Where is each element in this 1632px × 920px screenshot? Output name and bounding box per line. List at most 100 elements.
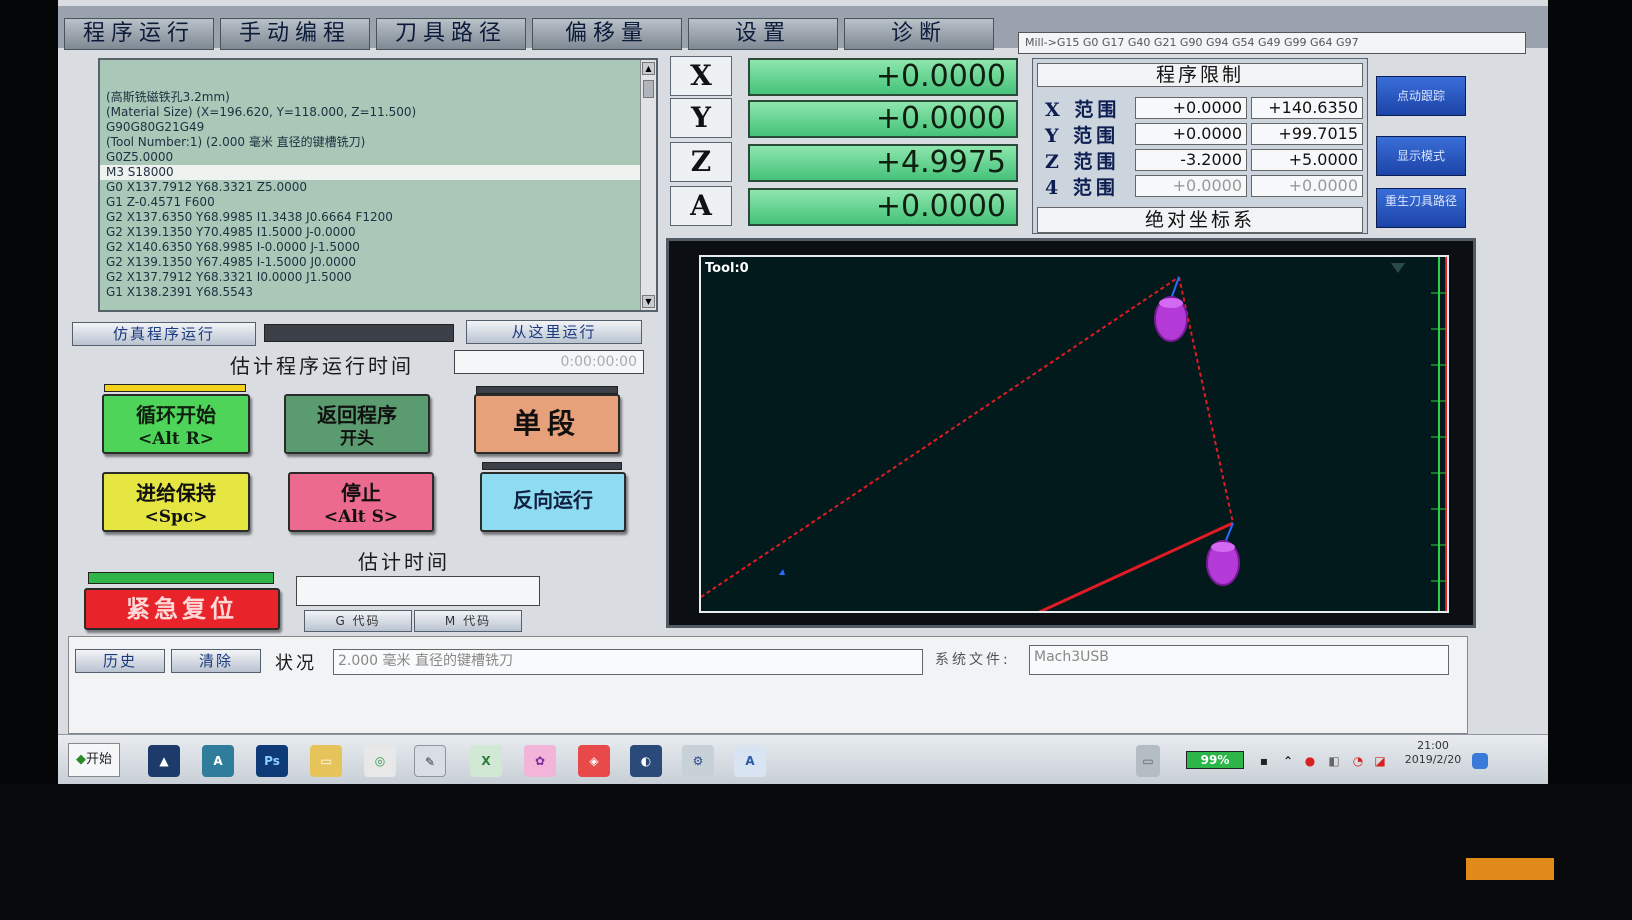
gcode-line[interactable]: G90G80G21G49 — [100, 120, 656, 135]
est-run-time-field: 0:00:00:00 — [454, 350, 644, 374]
x-range-label: X 范围 — [1045, 99, 1121, 121]
bezel-accent — [1466, 858, 1554, 880]
cycle-start-key: <Alt R> — [137, 429, 215, 449]
dro-y[interactable]: +0.0000 — [748, 100, 1018, 138]
gcode-modal-line: Mill->G15 G0 G17 G40 G21 G90 G94 G54 G49… — [1018, 32, 1526, 54]
a-range-min: +0.0000 — [1135, 175, 1247, 197]
mach3-icon[interactable]: ✎ — [414, 745, 446, 777]
gcode-line[interactable]: (Tool Number:1) (2.000 毫米 直径的键槽铣刀) — [100, 135, 656, 150]
laptop-bezel — [0, 784, 1632, 920]
rewind-button[interactable]: 返回程序 开头 — [284, 394, 430, 454]
gcode-line[interactable]: M3 S18000 — [100, 165, 656, 180]
gcode-line[interactable]: G1 Z-0.4571 F600 — [100, 195, 656, 210]
folder-icon[interactable]: ▭ — [310, 745, 342, 777]
feed-hold-key: <Spc> — [144, 507, 208, 527]
feed-hold-button[interactable]: 进给保持 <Spc> — [102, 472, 250, 532]
gcode-line[interactable]: G1 X138.2391 Y68.5543 — [100, 285, 656, 300]
gcode-line[interactable]: G2 X140.6350 Y68.9985 I-0.0000 J-1.5000 — [100, 240, 656, 255]
artcam-icon[interactable]: A — [734, 745, 766, 777]
gcode-line[interactable]: G2 X137.7912 Y68.3321 I0.0000 J1.5000 — [100, 270, 656, 285]
regen-toolpath-button[interactable]: 重生刀具路径 — [1376, 188, 1466, 228]
show-desktop-icon[interactable] — [1472, 753, 1488, 769]
power-plug-icon[interactable]: ▪ — [1254, 745, 1274, 777]
display-mode-button[interactable]: 显示模式 — [1376, 136, 1466, 176]
status-field: 2.000 毫米 直径的键槽铣刀 — [333, 649, 923, 675]
a-range-label: 4 范围 — [1045, 177, 1119, 199]
single-block-button[interactable]: 单段 — [474, 394, 620, 454]
tab-program-run[interactable]: 程序运行 — [64, 18, 214, 50]
stop-label: 停止 — [341, 481, 381, 505]
gcode-line[interactable]: G0 X137.7912 Y68.3321 Z5.0000 — [100, 180, 656, 195]
single-block-label: 单段 — [512, 407, 581, 440]
z-range-label: Z 范围 — [1045, 151, 1120, 173]
tool-app-icon[interactable]: ⚙ — [682, 745, 714, 777]
stop-button[interactable]: 停止 <Alt S> — [288, 472, 434, 532]
tab-bar: 程序运行 手动编程 刀具路径 偏移量 设置 诊断 Mill->G15 G0 G1… — [58, 6, 1548, 54]
system-file-field: Mach3USB — [1029, 645, 1449, 675]
y-range-max: +99.7015 — [1251, 123, 1363, 145]
gcode-line[interactable]: G2 X139.1350 Y70.4985 I1.5000 J-0.0000 — [100, 225, 656, 240]
axis-z-label: Z — [670, 142, 732, 182]
jog-follow-button[interactable]: 点动跟踪 — [1376, 76, 1466, 116]
tab-toolpath[interactable]: 刀具路径 — [376, 18, 526, 50]
origin-marker-icon — [779, 569, 785, 575]
clock[interactable]: 21:00 2019/2/20 — [1398, 739, 1468, 767]
pinwheel-icon[interactable]: ✿ — [524, 745, 556, 777]
media-icon[interactable]: ◐ — [630, 745, 662, 777]
reset-led — [88, 572, 274, 584]
tray-icon-2[interactable]: ◧ — [1324, 745, 1344, 777]
history-button[interactable]: 历史 — [75, 649, 165, 673]
battery-indicator[interactable]: 99% — [1186, 751, 1244, 769]
emergency-reset-label: 紧急复位 — [126, 594, 238, 623]
toolpath-canvas — [701, 257, 1447, 611]
tray-icon-4[interactable]: ◪ — [1370, 745, 1390, 777]
start-label: 开始 — [85, 752, 112, 767]
rapid-move-line — [701, 276, 1180, 598]
tray-app-icon[interactable]: ▭ — [1136, 745, 1160, 777]
simulate-run-button[interactable]: 仿真程序运行 — [72, 322, 256, 346]
tray-expand-icon[interactable]: ⌃ — [1280, 745, 1296, 777]
dro-x[interactable]: +0.0000 — [748, 58, 1018, 96]
toolpath-view[interactable]: Tool:0 — [699, 255, 1449, 613]
reverse-run-button[interactable]: 反向运行 — [480, 472, 626, 532]
tray-icon-3[interactable]: ◔ — [1348, 745, 1368, 777]
tab-settings[interactable]: 设置 — [688, 18, 838, 50]
autocad-icon[interactable]: A — [202, 745, 234, 777]
run-from-here-button[interactable]: 从这里运行 — [466, 320, 642, 344]
dro-a[interactable]: +0.0000 — [748, 188, 1018, 226]
rewind-label-2: 开头 — [340, 429, 374, 449]
dro-z[interactable]: +4.9975 — [748, 144, 1018, 182]
tab-offsets[interactable]: 偏移量 — [532, 18, 682, 50]
cycle-start-label: 循环开始 — [136, 403, 216, 427]
clear-button[interactable]: 清除 — [171, 649, 261, 673]
gcode-line[interactable]: G2 X137.6350 Y68.9985 I1.3438 J0.6664 F1… — [100, 210, 656, 225]
browser-icon[interactable]: ◎ — [364, 745, 396, 777]
scroll-up-icon[interactable]: ▲ — [642, 62, 655, 75]
axis-a-label: A — [670, 186, 732, 226]
gcode-line[interactable]: (Material Size) (X=196.620, Y=118.000, Z… — [100, 105, 656, 120]
listing-scrollbar[interactable]: ▲ ▼ — [640, 60, 656, 310]
tab-mdi[interactable]: 手动编程 — [220, 18, 370, 50]
gcode-line[interactable]: (高斯铣磁铁孔3.2mm) — [100, 90, 656, 105]
gcode-line[interactable]: G2 X139.1350 Y67.4985 I-1.5000 J0.0000 — [100, 255, 656, 270]
tray-red-icon[interactable]: ● — [1300, 745, 1320, 777]
excel-icon[interactable]: X — [470, 745, 502, 777]
sketchup-icon[interactable]: ◈ — [578, 745, 610, 777]
clock-time: 21:00 — [1417, 739, 1449, 752]
sim-progress-bar — [264, 324, 454, 342]
gcodes-button[interactable]: G 代码 — [304, 610, 412, 632]
gcode-line[interactable]: G0Z5.0000 — [100, 150, 656, 165]
y-range-label: Y 范围 — [1045, 125, 1120, 147]
scroll-thumb[interactable] — [643, 80, 654, 98]
tab-diagnostics[interactable]: 诊断 — [844, 18, 994, 50]
mcodes-button[interactable]: M 代码 — [414, 610, 522, 632]
gcode-listing[interactable]: (高斯铣磁铁孔3.2mm) (Material Size) (X=196.620,… — [98, 58, 658, 312]
rewind-label: 返回程序 — [317, 403, 397, 427]
cycle-start-button[interactable]: 循环开始 <Alt R> — [102, 394, 250, 454]
start-button[interactable]: ◆开始 — [68, 743, 120, 777]
scroll-down-icon[interactable]: ▼ — [642, 295, 655, 308]
app-icon-1[interactable]: ▲ — [148, 745, 180, 777]
a-range-max: +0.0000 — [1251, 175, 1363, 197]
emergency-reset-button[interactable]: 紧急复位 — [84, 588, 280, 630]
photoshop-icon[interactable]: Ps — [256, 745, 288, 777]
